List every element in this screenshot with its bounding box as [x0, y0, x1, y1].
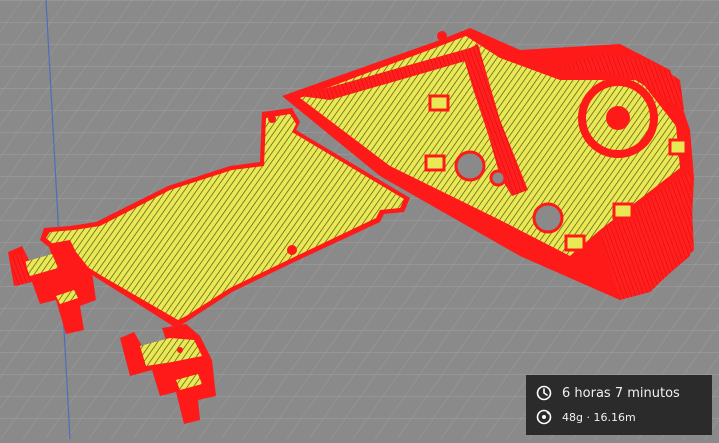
print-material-row: 48g · 16.16m [536, 405, 702, 429]
clock-icon [536, 385, 552, 401]
print-time-text: 6 horas 7 minutos [562, 385, 680, 401]
print-time-row: 6 horas 7 minutos [536, 381, 702, 405]
3d-viewport[interactable] [0, 0, 719, 440]
print-info-panel[interactable]: 6 horas 7 minutos 48g · 16.16m [526, 375, 712, 435]
spool-icon [536, 409, 552, 425]
build-plate-view[interactable] [0, 0, 719, 440]
print-material-text: 48g · 16.16m [562, 410, 636, 424]
